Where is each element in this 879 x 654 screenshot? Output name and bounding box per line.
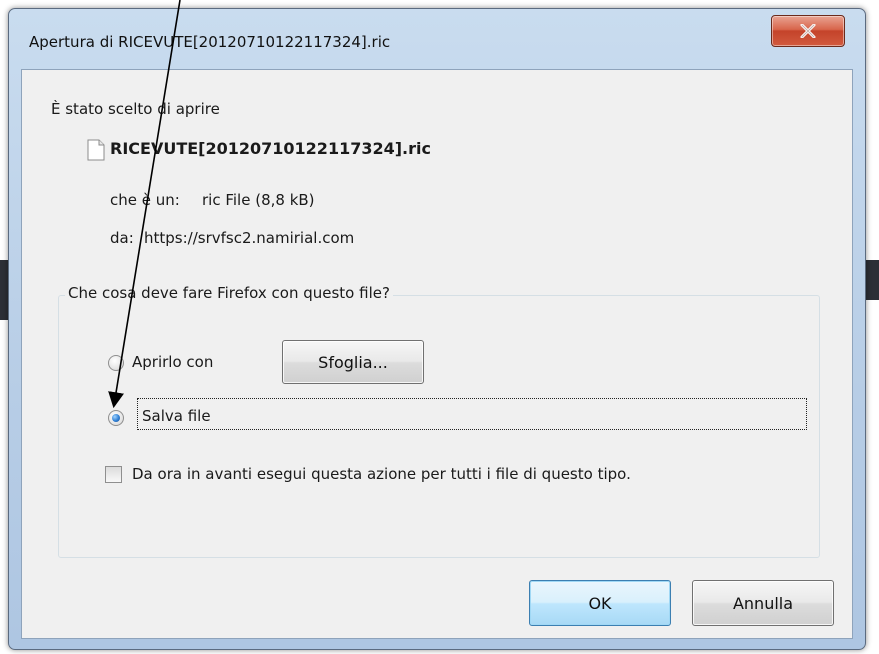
annotation-arrow-icon — [108, 0, 181, 409]
